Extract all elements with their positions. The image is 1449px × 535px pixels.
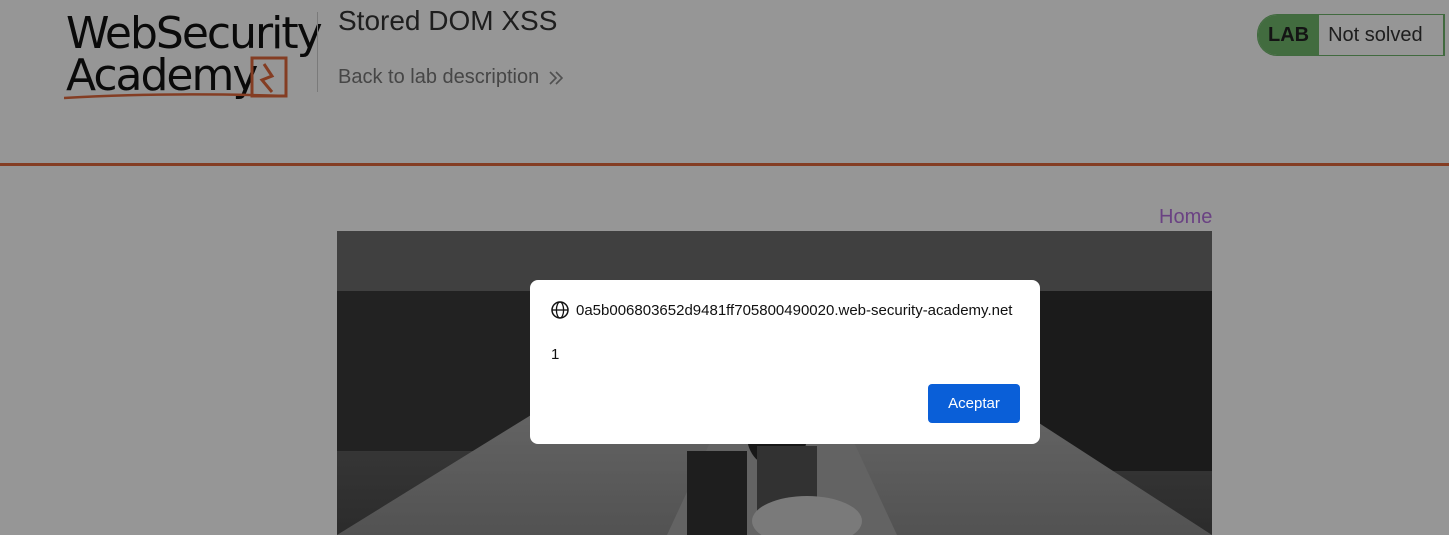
dialog-origin-url: 0a5b006803652d9481ff705800490020.web-sec… [576,301,1013,319]
page: WebSecurity Academy Stored DOM XSS Back … [0,0,1449,535]
alert-dialog: 0a5b006803652d9481ff705800490020.web-sec… [530,280,1040,444]
globe-icon [551,301,569,319]
accept-button[interactable]: Aceptar [928,384,1020,423]
modal-overlay [0,0,1449,535]
dialog-message: 1 [551,346,560,363]
dialog-origin: 0a5b006803652d9481ff705800490020.web-sec… [550,300,1012,320]
